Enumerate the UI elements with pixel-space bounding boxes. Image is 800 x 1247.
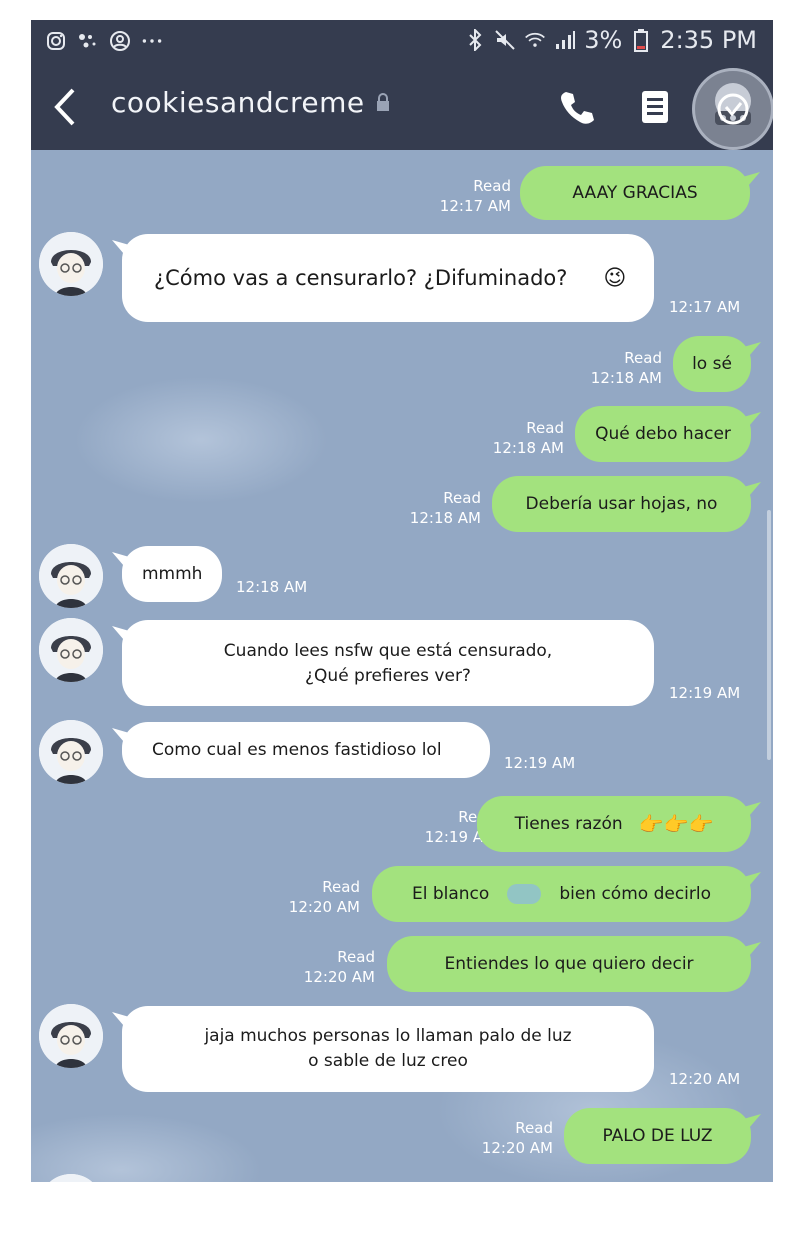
message-text-part: El blanco [411, 884, 490, 904]
chat-area[interactable]: Read 12:17 AM AAAY GRACIAS ¿Cómo vas a c… [31, 150, 773, 1182]
incoming-message[interactable]: jaja muchos personas lo llaman palo de l… [122, 1006, 654, 1092]
chat-scrollbar[interactable] [767, 510, 771, 760]
phone-screen: 3% 2:35 PM cookiesandcreme Read 12:17 AM… [31, 20, 773, 1182]
avatar-image [39, 1004, 103, 1068]
phone-icon [561, 92, 594, 124]
message-meta: Read 12:18 AM [410, 488, 481, 528]
outgoing-message[interactable]: Entiendes lo que quiero decir [387, 936, 751, 992]
incoming-message[interactable]: mmmh [122, 546, 222, 602]
face-icon [109, 30, 131, 52]
read-receipt: Read [322, 878, 360, 896]
read-receipt: Read [515, 1119, 553, 1137]
message-time: 12:20 AM [669, 1070, 741, 1088]
message-text-line: ¿Qué prefieres ver? [305, 666, 471, 686]
message-meta: Read 12:18 AM [493, 418, 564, 458]
message-text: Tienes razón [514, 814, 623, 834]
signal-icon [554, 29, 576, 51]
avatar[interactable] [39, 1004, 103, 1068]
avatar[interactable] [39, 232, 103, 296]
message-time: 12:20 AM [288, 898, 360, 916]
back-button[interactable] [51, 84, 81, 130]
message-text: lo sé [692, 354, 732, 374]
message-time: 12:18 AM [492, 439, 564, 457]
message-meta: Read 12:18 AM [591, 348, 662, 388]
message-meta: Read 12:20 AM [289, 877, 360, 917]
call-button[interactable] [556, 86, 598, 128]
avatar-image [39, 720, 103, 784]
message-time: 12:17 AM [669, 298, 741, 316]
status-left-icons [45, 30, 163, 52]
message-time: 12:19 AM [669, 684, 741, 702]
message-time: 12:17 AM [439, 197, 511, 215]
message-text: Debería usar hojas, no [525, 494, 718, 514]
pointing-right-emoji: 👉👉👉 [638, 812, 714, 836]
avatar[interactable] [39, 544, 103, 608]
message-time: 12:18 AM [236, 578, 308, 596]
message-time: 12:18 AM [409, 509, 481, 527]
dots-icon [77, 30, 99, 52]
message-text: ¿Cómo vas a censurarlo? ¿Difuminado? [154, 266, 568, 290]
wink-emoji: 😉 [603, 265, 627, 291]
outgoing-message[interactable]: PALO DE LUZ [564, 1108, 751, 1164]
more-icon [141, 30, 163, 52]
mute-icon [494, 29, 516, 51]
wifi-icon [524, 29, 546, 51]
chat-name: cookiesandcreme [111, 86, 365, 119]
profile-avatar-image [715, 83, 751, 125]
read-receipt: Read [624, 349, 662, 367]
back-icon [54, 88, 75, 126]
message-time: 12:18 AM [590, 369, 662, 387]
battery-icon [630, 29, 652, 52]
chat-header: cookiesandcreme [31, 64, 773, 150]
message-text-line: Cuando lees nsfw que está censurado, [223, 641, 553, 661]
censored-blot [507, 884, 542, 904]
avatar[interactable] [39, 720, 103, 784]
outgoing-message[interactable]: AAAY GRACIAS [520, 166, 750, 220]
message-time: 12:20 AM [303, 968, 375, 986]
message-time: 12:19 AM [504, 754, 576, 772]
menu-button[interactable] [634, 86, 676, 128]
read-receipt: Read [337, 948, 375, 966]
read-receipt: Read [473, 177, 511, 195]
message-text-line: o sable de luz creo [308, 1051, 468, 1071]
status-bar: 3% 2:35 PM [31, 20, 773, 64]
avatar-image [39, 618, 103, 682]
message-text: AAAY GRACIAS [572, 183, 698, 203]
message-text: mmmh [142, 564, 203, 584]
message-text: Qué debo hacer [595, 424, 731, 444]
lock-icon [375, 92, 391, 117]
instagram-icon [45, 30, 67, 52]
message-time: 12:20 AM [481, 1139, 553, 1157]
status-right-icons: 3% 2:35 PM [464, 26, 757, 54]
message-text: Entiendes lo que quiero decir [444, 954, 694, 974]
message-meta: Read 12:20 AM [482, 1118, 553, 1158]
outgoing-message[interactable]: El blanco bien cómo decirlo [372, 866, 751, 922]
outgoing-message[interactable]: Qué debo hacer [575, 406, 751, 462]
read-receipt: Read [526, 419, 564, 437]
message-text-part: bien cómo decirlo [559, 884, 712, 904]
message-meta: Read 12:17 AM [440, 176, 511, 216]
incoming-message[interactable]: Como cual es menos fastidioso lol [122, 722, 490, 778]
message-meta: Read 12:20 AM [304, 947, 375, 987]
battery-percent: 3% [584, 26, 623, 54]
message-text: Como cual es menos fastidioso lol [152, 740, 442, 760]
status-time: 2:35 PM [660, 26, 757, 54]
avatar-image [39, 544, 103, 608]
outgoing-message[interactable]: lo sé [673, 336, 751, 392]
bluetooth-icon [464, 29, 486, 51]
avatar[interactable] [39, 1174, 103, 1182]
avatar-image [39, 1174, 103, 1182]
avatar-image [39, 232, 103, 296]
menu-icon [642, 91, 668, 123]
avatar[interactable] [39, 618, 103, 682]
incoming-message[interactable]: ¿Cómo vas a censurarlo? ¿Difuminado? 😉 [122, 234, 654, 322]
outgoing-message[interactable]: Tienes razón 👉👉👉 [477, 796, 751, 852]
outgoing-message[interactable]: Debería usar hojas, no [492, 476, 751, 532]
message-text: PALO DE LUZ [602, 1126, 713, 1146]
read-receipt: Read [443, 489, 481, 507]
chat-title[interactable]: cookiesandcreme [111, 86, 391, 119]
profile-avatar[interactable] [692, 68, 773, 150]
incoming-message[interactable]: Cuando lees nsfw que está censurado, ¿Qu… [122, 620, 654, 706]
message-text-line: jaja muchos personas lo llaman palo de l… [204, 1026, 572, 1046]
